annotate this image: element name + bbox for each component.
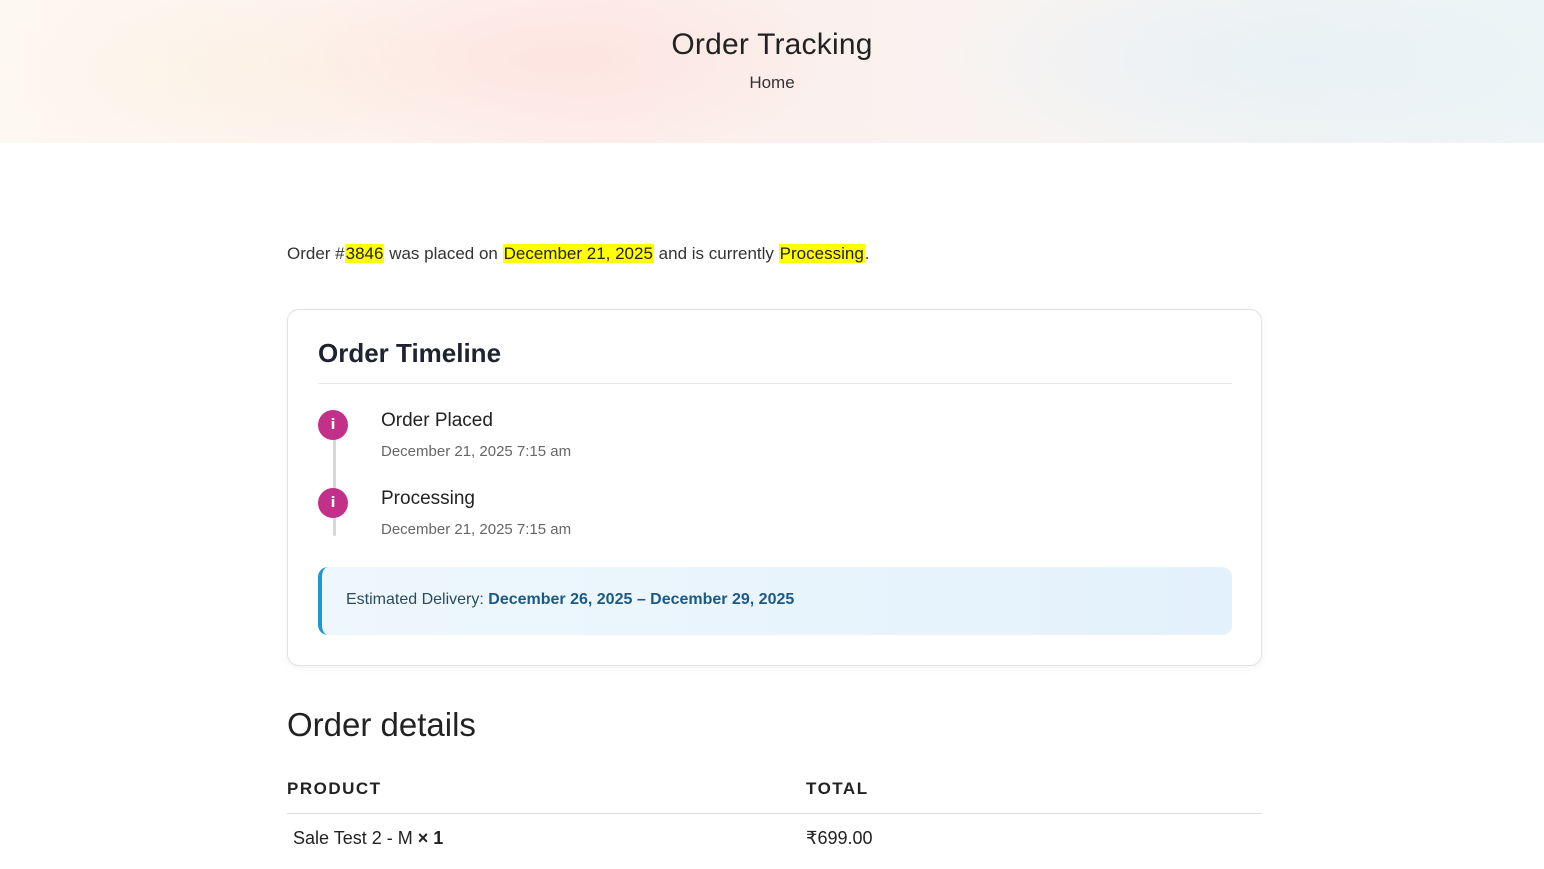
- product-name[interactable]: Sale Test 2 - M: [293, 828, 413, 848]
- order-details-title: Order details: [287, 706, 476, 743]
- timeline-divider: [318, 383, 1232, 384]
- order-date: December 21, 2025: [502, 244, 654, 263]
- info-icon: i: [318, 410, 348, 440]
- order-prefix: Order #: [287, 244, 345, 263]
- order-timeline-card: Order Timeline i Order Placed December 2…: [287, 309, 1262, 666]
- timeline-event-title: Processing: [381, 488, 475, 509]
- estimated-delivery: Estimated Delivery: December 26, 2025 – …: [346, 591, 794, 609]
- order-status-summary: Order #3846 was placed on December 21, 2…: [287, 244, 870, 264]
- breadcrumb-home[interactable]: Home: [0, 73, 1544, 93]
- table-header-divider: [287, 813, 1262, 814]
- estimated-delivery-label: Estimated Delivery:: [346, 591, 489, 608]
- product-cell: Sale Test 2 - M × 1: [293, 828, 443, 849]
- column-header-product: PRODUCT: [287, 779, 382, 798]
- placed-text: was placed on: [384, 244, 503, 263]
- timeline-event-date: December 21, 2025 7:15 am: [381, 443, 572, 460]
- order-status: Processing: [778, 244, 865, 263]
- timeline-title: Order Timeline: [318, 338, 502, 368]
- estimated-delivery-range: December 26, 2025 – December 29, 2025: [488, 591, 795, 608]
- timeline-event-title: Order Placed: [381, 410, 493, 431]
- order-number: 3846: [344, 244, 385, 263]
- timeline-connector: [333, 438, 336, 536]
- status-suffix: .: [864, 244, 870, 263]
- estimated-delivery-box: Estimated Delivery: December 26, 2025 – …: [318, 567, 1232, 635]
- currently-text: and is currently: [653, 244, 779, 263]
- column-header-total: TOTAL: [806, 779, 869, 798]
- info-icon: i: [318, 488, 348, 518]
- timeline-event-date: December 21, 2025 7:15 am: [381, 521, 572, 538]
- total-cell: ₹699.00: [806, 828, 873, 848]
- page-hero: Order Tracking Home: [0, 0, 1544, 143]
- product-quantity: × 1: [417, 828, 444, 848]
- page-title: Order Tracking: [671, 28, 873, 61]
